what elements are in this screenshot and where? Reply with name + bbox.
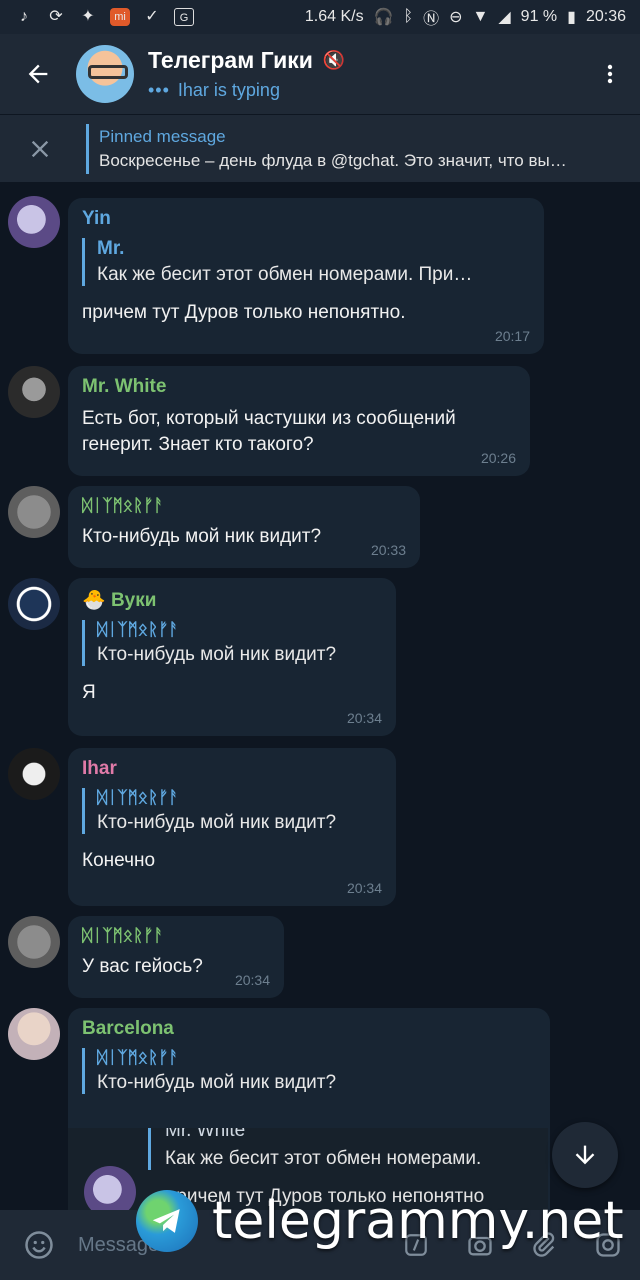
sender-emoji: 🐣: [82, 590, 106, 611]
message-time: 20:33: [370, 542, 406, 558]
vpn-icon: ✓: [145, 8, 159, 25]
pinned-text: Воскресенье – день флуда в @tgchat. Это …: [99, 150, 567, 170]
chat-title-block[interactable]: Телеграм Гики 🔇 ••• Ihar is typing: [148, 47, 580, 101]
sender-name[interactable]: Yin: [82, 208, 530, 230]
status-bar: ♪ ⟳ ✦ mi ✓ G 1.64 K/s 🎧 ᛒ Ⓝ ⊖ ▼ ◢ 91 % ▮…: [0, 0, 640, 34]
wifi-icon: ▼: [472, 8, 489, 25]
message-time: 20:34: [234, 972, 270, 988]
message-bubble[interactable]: Yin Mr. Как же бесит этот обмен номерами…: [68, 198, 544, 354]
arrow-left-icon: [28, 64, 48, 84]
reply-sender: ᛞᛁᛉᛗᛟᚱᚠᚨ: [97, 1048, 179, 1067]
message-text: Конечно: [82, 850, 156, 871]
group-avatar[interactable]: [76, 45, 134, 103]
avatar[interactable]: [8, 916, 60, 968]
message-bubble[interactable]: ᛞᛁᛉᛗᛟᚱᚠᚨ Кто-нибудь мой ник видит? 20:33: [68, 486, 420, 568]
avatar[interactable]: [8, 748, 60, 800]
message-bubble[interactable]: 🐣 Вуки ᛞᛁᛉᛗᛟᚱᚠᚨ Кто-нибудь мой ник видит…: [68, 578, 396, 736]
sender-name-block[interactable]: 🐣 Вуки: [82, 588, 382, 612]
sender-name: Вуки: [110, 590, 157, 611]
sender-name[interactable]: Ihar: [82, 758, 382, 780]
message-text: Кто-нибудь мой ник видит?: [82, 526, 322, 547]
sender-name[interactable]: ᛞᛁᛉᛗᛟᚱᚠᚨ: [82, 496, 406, 516]
sender-name[interactable]: Barcelona: [82, 1018, 536, 1040]
forwarded-sender: Mr. White: [165, 1128, 246, 1141]
reply-quote[interactable]: ᛞᛁᛉᛗᛟᚱᚠᚨ Кто-нибудь мой ник видит?: [82, 1048, 536, 1094]
message-time: 20:34: [346, 880, 382, 896]
emoji-icon: [25, 1231, 53, 1259]
pinned-title: Pinned message: [99, 126, 226, 146]
reply-quote[interactable]: ᛞᛁᛉᛗᛟᚱᚠᚨ Кто-нибудь мой ник видит?: [82, 620, 382, 666]
message-bubble[interactable]: ᛞᛁᛉᛗᛟᚱᚠᚨ У вас гейось? 20:34: [68, 916, 284, 998]
reply-text: Кто-нибудь мой ник видит?: [97, 644, 337, 665]
nfc-icon: Ⓝ: [423, 11, 440, 28]
emoji-button[interactable]: [0, 1210, 78, 1280]
message-time: 20:26: [480, 450, 516, 466]
message-list[interactable]: Yin Mr. Как же бесит этот обмен номерами…: [0, 182, 640, 1210]
sender-name[interactable]: ᛞᛁᛉᛗᛟᚱᚠᚨ: [82, 926, 270, 946]
headphones-icon: 🎧: [373, 9, 394, 26]
message-time: 20:17: [494, 328, 530, 344]
sender-name[interactable]: Mr. White: [82, 376, 516, 398]
pinned-message-bar[interactable]: Pinned message Воскресенье – день флуда …: [0, 114, 640, 182]
reply-text: Кто-нибудь мой ник видит?: [97, 812, 337, 833]
forwarded-quote: Mr. White Как же бесит этот обмен номера…: [148, 1128, 481, 1170]
typing-dots-icon: •••: [148, 80, 170, 100]
app-icon: mi: [110, 8, 130, 26]
back-button[interactable]: [0, 34, 76, 114]
message-time: 20:34: [346, 710, 382, 726]
reply-text: Как же бесит этот обмен номерами. При…: [97, 264, 473, 285]
system-status: 1.64 K/s 🎧 ᛒ Ⓝ ⊖ ▼ ◢ 91 % ▮ 20:36: [305, 5, 626, 29]
more-button[interactable]: [580, 34, 640, 114]
chat-header: Телеграм Гики 🔇 ••• Ihar is typing: [0, 34, 640, 114]
typing-status: Ihar is typing: [177, 80, 280, 100]
message-text: Я: [82, 682, 96, 703]
message-text-line-1: Есть бот, который частушки из сообщений: [82, 408, 456, 429]
clock: 20:36: [585, 8, 626, 25]
watermark: telegrammy.net: [136, 1186, 624, 1256]
more-vertical-icon: [607, 64, 613, 84]
bird-icon: ✦: [81, 8, 95, 25]
dnd-icon: ⊖: [449, 9, 463, 26]
avatar[interactable]: [8, 578, 60, 630]
avatar[interactable]: [8, 366, 60, 418]
arrow-down-icon: [575, 1145, 595, 1165]
reply-sender: ᛞᛁᛉᛗᛟᚱᚠᚨ: [97, 620, 179, 639]
reply-quote[interactable]: ᛞᛁᛉᛗᛟᚱᚠᚨ Кто-нибудь мой ник видит?: [82, 788, 382, 834]
reply-sender: ᛞᛁᛉᛗᛟᚱᚠᚨ: [97, 788, 179, 807]
translate-icon: G: [174, 8, 194, 26]
avatar[interactable]: [8, 1008, 60, 1060]
chat-title: Телеграм Гики: [148, 47, 313, 73]
bluetooth-icon: ᛒ: [403, 8, 414, 25]
message-bubble[interactable]: Ihar ᛞᛁᛉᛗᛟᚱᚠᚨ Кто-нибудь мой ник видит? …: [68, 748, 396, 906]
battery-icon: ▮: [567, 9, 576, 26]
sync-icon: ⟳: [49, 8, 63, 25]
message-bubble[interactable]: Mr. White Есть бот, который частушки из …: [68, 366, 530, 476]
scroll-down-button[interactable]: [552, 1122, 618, 1188]
close-icon: [31, 140, 49, 157]
message-text: причем тут Дуров только непонятно.: [82, 302, 406, 323]
pinned-content: Pinned message Воскресенье – день флуда …: [86, 123, 609, 174]
network-speed: 1.64 K/s: [304, 8, 364, 25]
message-text-line-2: генерит. Знает кто такого?: [82, 434, 314, 455]
notification-icons: ♪ ⟳ ✦ mi ✓ G: [14, 8, 194, 26]
reply-text: Кто-нибудь мой ник видит?: [97, 1072, 337, 1093]
avatar[interactable]: [8, 196, 60, 248]
mute-icon: 🔇: [322, 50, 346, 70]
forwarded-text-line-1: Как же бесит этот обмен номерами.: [165, 1148, 482, 1169]
telegram-logo-icon: [136, 1190, 198, 1252]
reply-quote[interactable]: Mr. Как же бесит этот обмен номерами. Пр…: [82, 238, 530, 286]
signal-icon: ◢: [498, 9, 511, 26]
reply-sender: Mr.: [97, 238, 125, 259]
watermark-text: telegrammy.net: [212, 1191, 624, 1251]
tiktok-icon: ♪: [20, 8, 28, 25]
battery-level: 91 %: [520, 8, 558, 25]
close-pinned-button[interactable]: [0, 115, 80, 183]
avatar[interactable]: [8, 486, 60, 538]
avatar: [84, 1166, 136, 1210]
